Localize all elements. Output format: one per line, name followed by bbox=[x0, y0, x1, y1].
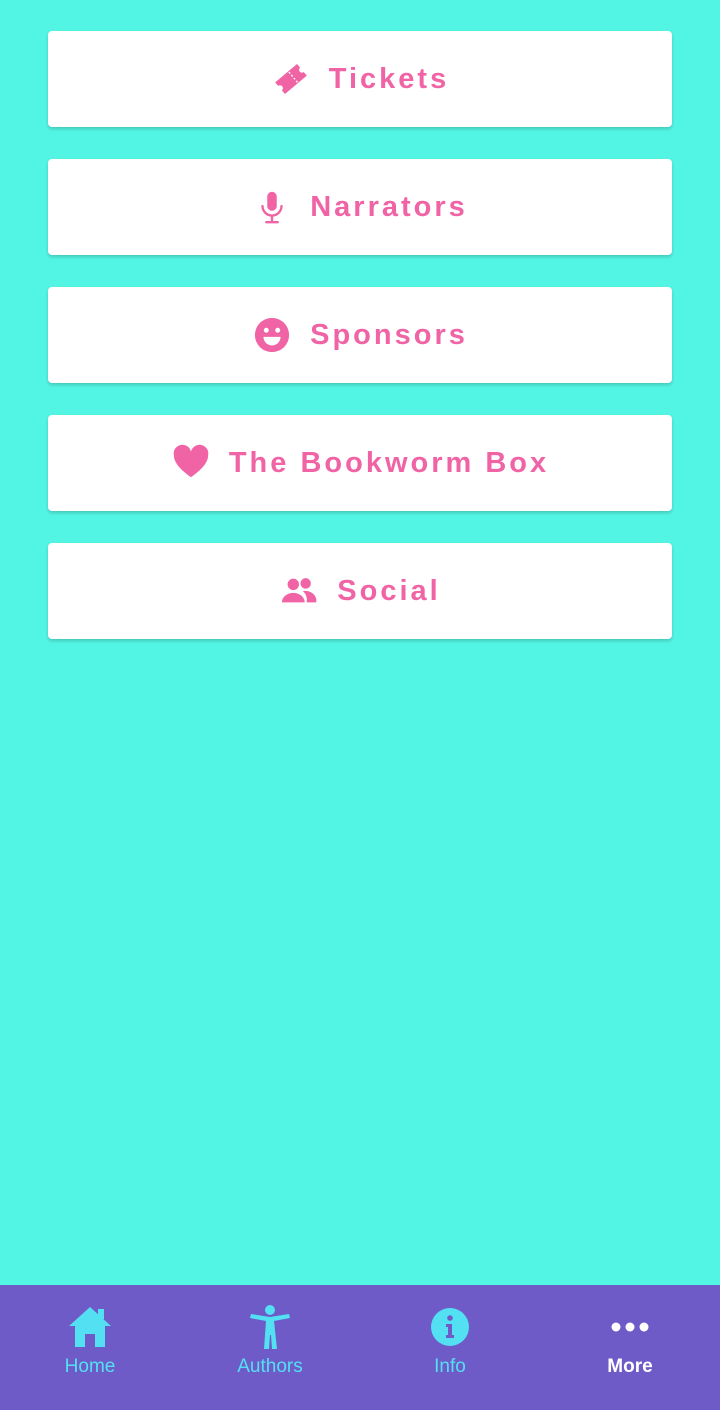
home-icon bbox=[65, 1302, 115, 1352]
menu-item-label: Narrators bbox=[310, 190, 468, 223]
tab-label: Home bbox=[64, 1356, 116, 1377]
tab-more[interactable]: More bbox=[540, 1285, 720, 1410]
smile-icon bbox=[252, 315, 292, 355]
tab-info[interactable]: Info bbox=[360, 1285, 540, 1410]
menu-item-label: The Bookworm Box bbox=[228, 446, 550, 479]
person-icon bbox=[245, 1302, 295, 1352]
menu-item-tickets[interactable]: Tickets bbox=[48, 31, 672, 127]
more-menu: Tickets Narrators Sponsors The Bookworm … bbox=[48, 31, 672, 671]
menu-item-label: Tickets bbox=[328, 62, 450, 95]
menu-item-label: Social bbox=[337, 574, 441, 607]
menu-item-sponsors[interactable]: Sponsors bbox=[48, 287, 672, 383]
ticket-icon bbox=[271, 59, 311, 99]
tab-authors[interactable]: Authors bbox=[180, 1285, 360, 1410]
menu-item-bookworm-box[interactable]: The Bookworm Box bbox=[48, 415, 672, 511]
menu-item-label: Sponsors bbox=[310, 318, 468, 351]
more-icon bbox=[605, 1302, 655, 1352]
bottom-tab-bar: Home Authors Info More bbox=[0, 1285, 720, 1410]
microphone-icon bbox=[252, 187, 292, 227]
heart-icon bbox=[171, 443, 211, 483]
info-icon bbox=[425, 1302, 475, 1352]
users-icon bbox=[279, 571, 319, 611]
menu-item-social[interactable]: Social bbox=[48, 543, 672, 639]
menu-item-narrators[interactable]: Narrators bbox=[48, 159, 672, 255]
tab-label: More bbox=[607, 1356, 653, 1377]
tab-home[interactable]: Home bbox=[0, 1285, 180, 1410]
tab-label: Authors bbox=[237, 1356, 303, 1377]
tab-label: Info bbox=[434, 1356, 466, 1377]
